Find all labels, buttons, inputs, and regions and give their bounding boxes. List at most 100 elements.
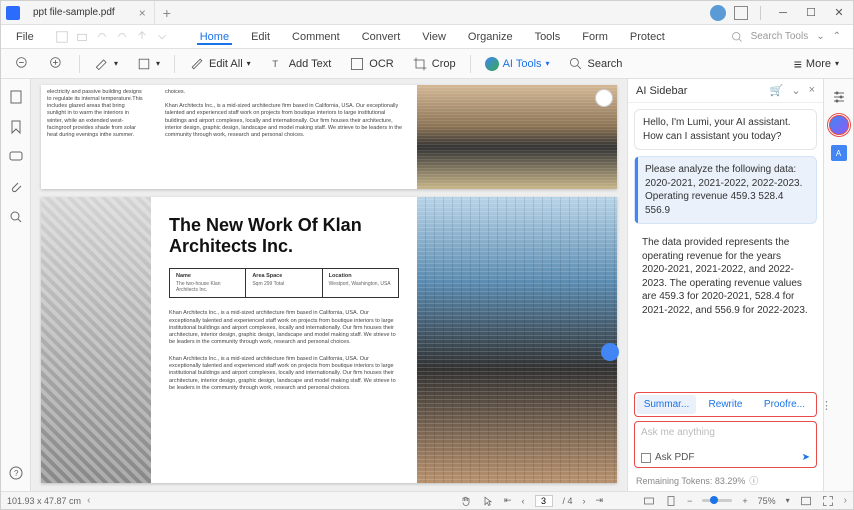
tab-filename: ppt file-sample.pdf xyxy=(33,7,115,18)
maximize-button[interactable]: ☐ xyxy=(797,1,825,25)
tab-protect[interactable]: Protect xyxy=(619,31,676,43)
last-page-icon[interactable]: ⇥ xyxy=(596,495,604,506)
info-icon[interactable]: ⓘ xyxy=(749,474,758,487)
undo-icon[interactable] xyxy=(95,30,109,44)
next-page-icon[interactable]: › xyxy=(583,496,586,506)
crop-icon xyxy=(412,56,428,72)
highlight-tool[interactable]: ▾ xyxy=(88,54,124,74)
tab-edit[interactable]: Edit xyxy=(240,31,281,43)
document-viewport[interactable]: electricity and passive building designs… xyxy=(31,79,627,491)
page-text-column: choices. Khan Architects Inc., is a mid-… xyxy=(159,85,409,189)
page-image xyxy=(417,85,617,189)
send-icon[interactable]: ➤ xyxy=(802,452,810,463)
fullscreen-icon[interactable] xyxy=(822,495,834,507)
zoom-slider[interactable] xyxy=(702,499,732,502)
attachments-icon[interactable] xyxy=(8,179,24,195)
tab-rewrite[interactable]: Rewrite xyxy=(696,395,755,414)
zoom-out-tool[interactable] xyxy=(9,54,37,74)
ai-icon xyxy=(485,57,499,71)
search-panel-icon[interactable] xyxy=(8,209,24,225)
fit-width-icon[interactable] xyxy=(643,495,655,507)
add-tab-button[interactable]: + xyxy=(155,5,179,21)
page-2: The New Work Of Klan Architects Inc. Nam… xyxy=(41,197,617,483)
user-avatar[interactable] xyxy=(710,5,726,21)
ai-response-message: The data provided represents the operati… xyxy=(634,230,817,323)
crop-tool[interactable]: Crop xyxy=(406,54,462,74)
hand-tool-icon[interactable] xyxy=(460,495,472,507)
select-tool-icon[interactable] xyxy=(482,495,494,507)
minimize-button[interactable]: ─ xyxy=(769,1,797,25)
more-actions-icon[interactable]: ⋮ xyxy=(821,399,832,412)
close-tab-icon[interactable]: × xyxy=(139,6,146,20)
search-tool[interactable]: Search xyxy=(562,54,629,74)
tab-tools[interactable]: Tools xyxy=(524,31,572,43)
close-window-button[interactable]: ✕ xyxy=(825,1,853,25)
qat-dropdown-icon[interactable] xyxy=(155,30,169,44)
zoom-out-button[interactable]: − xyxy=(687,496,692,506)
save-icon[interactable] xyxy=(55,30,69,44)
ai-assistant-button[interactable] xyxy=(829,115,849,135)
ai-input-container: Ask PDF ➤ xyxy=(634,421,817,468)
help-badge[interactable] xyxy=(601,343,619,361)
help-icon[interactable]: ? xyxy=(8,465,24,481)
tab-view[interactable]: View xyxy=(411,31,457,43)
zoom-in-tool[interactable] xyxy=(43,54,71,74)
tab-summarize[interactable]: Summar... xyxy=(637,395,696,414)
add-text-tool[interactable]: TAdd Text xyxy=(263,54,338,74)
translate-icon[interactable]: A xyxy=(831,145,847,161)
window-mode-icon[interactable] xyxy=(734,6,748,20)
collapse-ribbon-icon[interactable]: ⌃ xyxy=(833,31,841,42)
ai-tools-button[interactable]: AI Tools▾ xyxy=(479,55,556,73)
tab-home[interactable]: Home xyxy=(189,31,240,43)
tab-proofread[interactable]: Proofre... xyxy=(755,395,814,414)
ai-greeting-message: Hello, I'm Lumi, your AI assistant. How … xyxy=(634,109,817,150)
tab-convert[interactable]: Convert xyxy=(351,31,412,43)
search-tools-input[interactable]: Search Tools xyxy=(751,31,809,42)
settings-icon[interactable] xyxy=(831,89,847,105)
ask-pdf-checkbox[interactable] xyxy=(641,453,651,463)
close-icon[interactable]: × xyxy=(809,84,815,97)
reading-mode-icon[interactable] xyxy=(800,495,812,507)
thumbnails-icon[interactable] xyxy=(8,89,24,105)
cart-icon[interactable]: 🛒 xyxy=(770,84,784,97)
tokens-remaining: Remaining Tokens: 83.29% ⓘ xyxy=(628,474,823,491)
prev-page-icon[interactable]: ‹ xyxy=(522,496,525,506)
ask-pdf-label: Ask PDF xyxy=(655,452,694,463)
cursor-position: 101.93 x 47.87 cm xyxy=(7,496,81,506)
zoom-in-button[interactable]: + xyxy=(742,496,747,506)
comments-icon[interactable] xyxy=(8,149,24,165)
user-message: Please analyze the following data: 2020-… xyxy=(634,156,817,224)
highlight-icon xyxy=(94,56,110,72)
chevron-down-icon[interactable]: ⌄ xyxy=(816,31,824,42)
page-1-partial: electricity and passive building designs… xyxy=(41,85,617,189)
chevron-down-icon[interactable]: ⌄ xyxy=(791,84,800,97)
page-number-input[interactable] xyxy=(535,495,553,507)
bookmarks-icon[interactable] xyxy=(8,119,24,135)
ocr-icon xyxy=(349,56,365,72)
chevron-right-icon[interactable]: › xyxy=(844,495,847,506)
ai-action-tabs: Summar... Rewrite Proofre... ⋮ xyxy=(634,392,817,417)
file-menu[interactable]: File xyxy=(5,31,45,43)
more-tool[interactable]: ≡More▾ xyxy=(788,54,845,74)
edit-all-tool[interactable]: Edit All▾ xyxy=(183,54,257,74)
shape-tool[interactable]: ▾ xyxy=(130,54,166,74)
document-tab[interactable]: ppt file-sample.pdf × xyxy=(25,1,155,25)
share-icon[interactable] xyxy=(135,30,149,44)
tab-comment[interactable]: Comment xyxy=(281,31,351,43)
fit-page-icon[interactable] xyxy=(665,495,677,507)
tab-form[interactable]: Form xyxy=(571,31,619,43)
redo-icon[interactable] xyxy=(115,30,129,44)
page-paragraph: Khan Architects Inc., is a mid-sized arc… xyxy=(169,356,399,392)
first-page-icon[interactable]: ⇤ xyxy=(504,495,512,506)
chevron-left-icon[interactable]: ‹ xyxy=(87,495,90,506)
doc-badge-icon[interactable] xyxy=(595,89,613,107)
text-icon: T xyxy=(269,56,285,72)
zoom-dropdown-icon[interactable]: ▾ xyxy=(786,496,790,505)
zoom-in-icon xyxy=(49,56,65,72)
print-icon[interactable] xyxy=(75,30,89,44)
tab-organize[interactable]: Organize xyxy=(457,31,524,43)
ai-prompt-input[interactable] xyxy=(641,427,810,438)
square-icon xyxy=(136,56,152,72)
ocr-tool[interactable]: OCR xyxy=(343,54,399,74)
crop-label: Crop xyxy=(432,58,456,70)
